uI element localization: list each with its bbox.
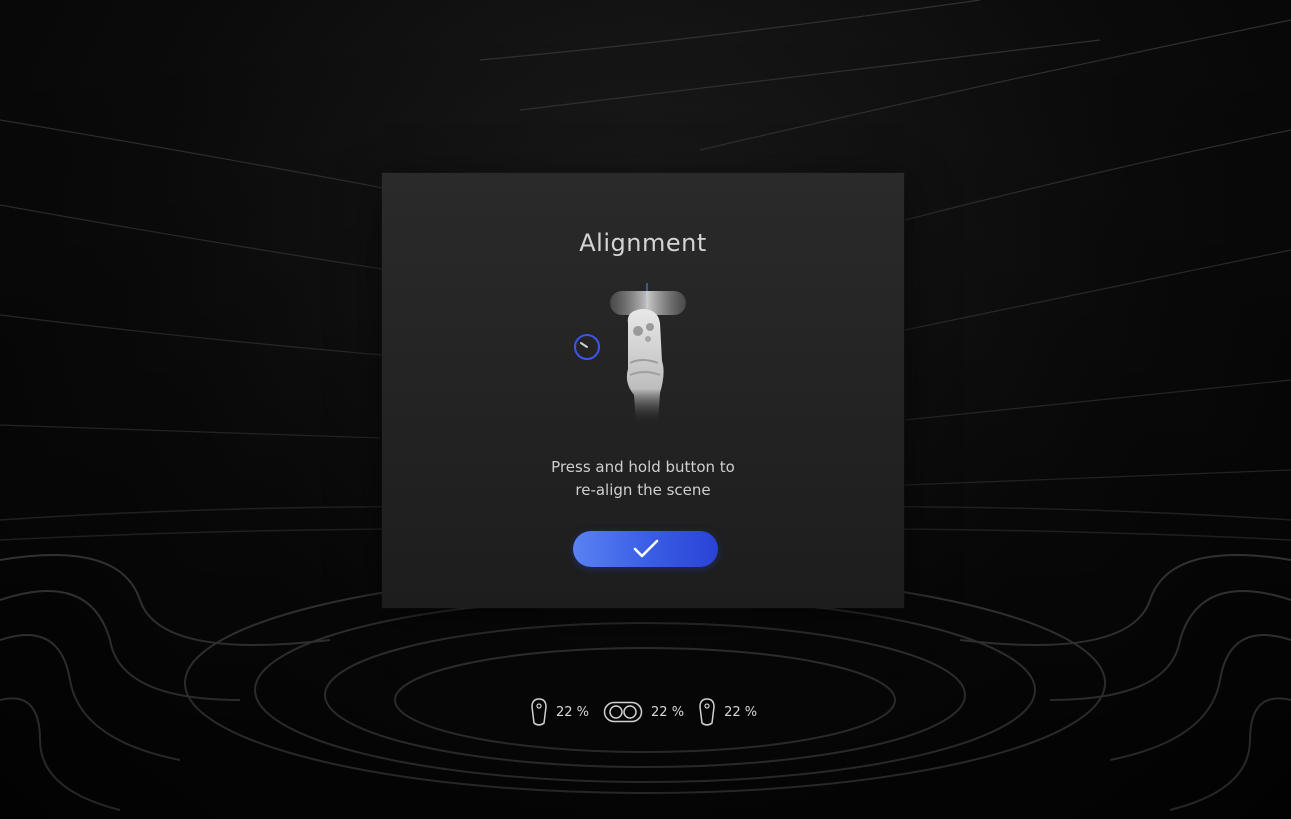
right-controller-battery: 22 %: [724, 704, 758, 720]
controller-icon: [699, 698, 715, 726]
headset-status: 22 %: [603, 701, 698, 723]
headset-battery: 22 %: [651, 704, 685, 720]
right-controller-status: 22 %: [698, 697, 771, 727]
left-controller-battery: 22 %: [556, 704, 590, 720]
checkmark-icon: [633, 539, 658, 558]
alignment-dialog: Alignment Press and hold button to re-al…: [382, 173, 904, 608]
device-battery-status: 22 % 22 % 22 %: [530, 696, 771, 728]
left-controller-status: 22 %: [530, 697, 603, 727]
confirm-button[interactable]: [573, 531, 718, 567]
progress-ring-icon: [574, 334, 600, 360]
controller-icon: [531, 698, 547, 726]
vr-environment: Alignment Press and hold button to re-al…: [0, 0, 1291, 819]
instruction-line-2: re-align the scene: [575, 481, 711, 499]
dialog-title: Alignment: [579, 229, 707, 257]
instruction-text: Press and hold button to re-align the sc…: [382, 456, 904, 502]
headset-icon: [603, 701, 643, 723]
instruction-line-1: Press and hold button to: [551, 458, 735, 476]
